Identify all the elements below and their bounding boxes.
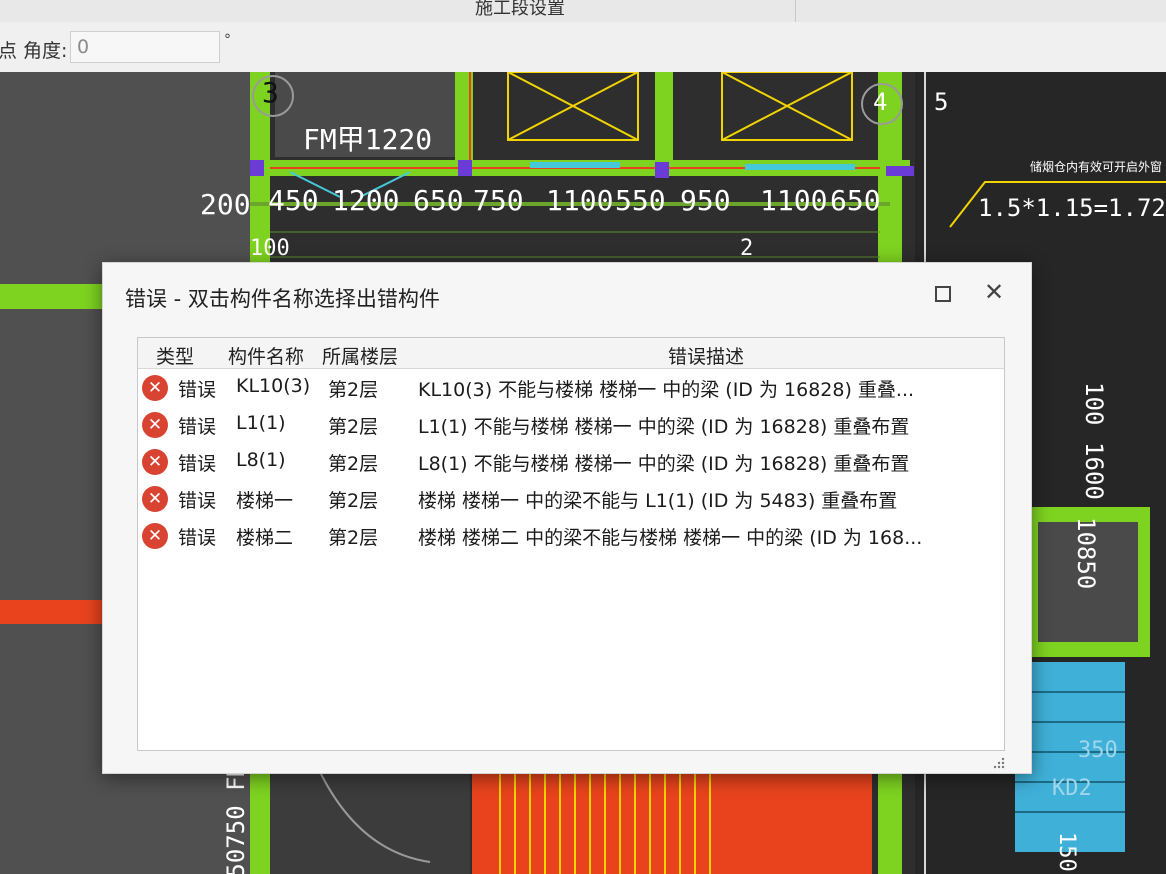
cell-description: L8(1) 不能与楼梯 楼梯一 中的梁 (ID 为 16828) 重叠布置 — [418, 453, 910, 475]
vertical-dimension: 10850 — [1072, 517, 1100, 590]
construction-section-settings-title[interactable]: 施工段设置 — [475, 0, 565, 20]
table-row[interactable]: ✕ 错误 L8(1) 第2层 L8(1) 不能与楼梯 楼梯一 中的梁 (ID 为… — [138, 444, 1004, 481]
dimension-label: 650 — [830, 184, 881, 217]
maximize-button[interactable] — [935, 286, 951, 302]
error-icon: ✕ — [142, 486, 168, 512]
column-header-type[interactable]: 类型 — [156, 342, 194, 369]
bottom-left-label: 50750 FM — [222, 762, 250, 874]
cell-description: L1(1) 不能与楼梯 楼梯一 中的梁 (ID 为 16828) 重叠布置 — [418, 416, 910, 438]
cell-name[interactable]: 楼梯二 — [236, 523, 293, 550]
cell-type: 错误 — [178, 379, 217, 401]
vertical-dimension: 100 — [1080, 382, 1108, 426]
dimension-label: 1100 — [760, 184, 828, 217]
column-header-name[interactable]: 构件名称 — [228, 342, 304, 369]
angle-input[interactable]: 0 — [70, 31, 220, 63]
cell-floor: 第2层 — [328, 453, 379, 475]
cell-description: 楼梯 楼梯二 中的梁不能与楼梯 楼梯一 中的梁 (ID 为 168... — [418, 527, 923, 549]
resize-grip-icon[interactable] — [993, 757, 1005, 769]
cell-name[interactable]: L8(1) — [236, 449, 286, 471]
door-label: FM甲1220 — [303, 123, 433, 156]
cell-floor: 第2层 — [328, 527, 379, 549]
error-dialog: 错误 - 双击构件名称选择出错构件 ✕ 类型 构件名称 所属楼层 错误描述 ✕ … — [102, 262, 1032, 774]
column-header-description[interactable]: 错误描述 — [668, 342, 744, 369]
axis-label-5: 5 — [934, 88, 949, 116]
table-row[interactable]: ✕ 错误 楼梯二 第2层 楼梯 楼梯二 中的梁不能与楼梯 楼梯一 中的梁 (ID… — [138, 518, 1004, 555]
bottom-right-label: 150 — [1054, 832, 1079, 872]
cell-name[interactable]: KL10(3) — [236, 375, 310, 397]
toolbar-divider — [795, 0, 796, 22]
dimension-label: 650 — [413, 184, 464, 217]
dialog-title: 错误 - 双击构件名称选择出错构件 — [125, 287, 440, 311]
partial-dimension: 2 — [740, 236, 754, 261]
cell-type: 错误 — [178, 490, 217, 512]
cell-name[interactable]: 楼梯一 — [236, 486, 293, 513]
error-icon: ✕ — [142, 449, 168, 475]
cell-floor: 第2层 — [328, 490, 379, 512]
dimension-label: 1100 — [546, 184, 614, 217]
dimension-label: 750 — [473, 184, 524, 217]
close-icon: ✕ — [983, 278, 1005, 306]
cell-type: 错误 — [178, 416, 217, 438]
dimension-label: 1200 — [332, 184, 400, 217]
angle-bar: 点 角度: 0 ° — [0, 22, 1166, 72]
error-icon: ✕ — [142, 375, 168, 401]
dimension-label: 550 — [615, 184, 666, 217]
cell-type: 错误 — [178, 453, 217, 475]
axis-label-4: 4 — [873, 88, 888, 116]
table-row[interactable]: ✕ 错误 L1(1) 第2层 L1(1) 不能与楼梯 楼梯一 中的梁 (ID 为… — [138, 407, 1004, 444]
dimension-label: 450 — [268, 184, 319, 217]
angle-label: 点 角度: — [0, 40, 68, 62]
close-button[interactable]: ✕ — [979, 277, 1009, 307]
error-icon: ✕ — [142, 412, 168, 438]
error-table: 类型 构件名称 所属楼层 错误描述 ✕ 错误 KL10(3) 第2层 KL10(… — [137, 337, 1005, 751]
formula-text: 1.5*1.15=1.725 — [978, 194, 1166, 222]
cell-name[interactable]: L1(1) — [236, 412, 286, 434]
cell-type: 错误 — [178, 527, 217, 549]
column-header-floor[interactable]: 所属楼层 — [322, 342, 398, 369]
screen: 施工段设置 点 角度: 0 ° 3 4 5 FM甲1220 200 450 12… — [0, 0, 1166, 874]
top-toolbar: 施工段设置 — [0, 0, 1166, 23]
table-row[interactable]: ✕ 错误 楼梯一 第2层 楼梯 楼梯一 中的梁不能与 L1(1) (ID 为 5… — [138, 481, 1004, 518]
dimension-label: 950 — [680, 184, 731, 217]
note-text: 储烟仓内有效可开启外窗 — [1030, 160, 1163, 174]
axis-label-3: 3 — [262, 76, 279, 109]
table-row[interactable]: ✕ 错误 KL10(3) 第2层 KL10(3) 不能与楼梯 楼梯一 中的梁 (… — [138, 370, 1004, 407]
cell-floor: 第2层 — [328, 379, 379, 401]
cell-description: 楼梯 楼梯一 中的梁不能与 L1(1) (ID 为 5483) 重叠布置 — [418, 490, 898, 512]
cell-floor: 第2层 — [328, 416, 379, 438]
table-header: 类型 构件名称 所属楼层 错误描述 — [138, 338, 1004, 369]
right-label: KD2 — [1052, 776, 1092, 801]
vertical-dimension: 1600 — [1080, 442, 1108, 500]
error-icon: ✕ — [142, 523, 168, 549]
angle-unit: ° — [224, 32, 231, 48]
dimension-label: 200 — [200, 188, 251, 221]
right-dimension: 350 — [1078, 738, 1118, 763]
partial-dimension: 100 — [250, 236, 290, 261]
cell-description: KL10(3) 不能与楼梯 楼梯一 中的梁 (ID 为 16828) 重叠... — [418, 379, 915, 401]
